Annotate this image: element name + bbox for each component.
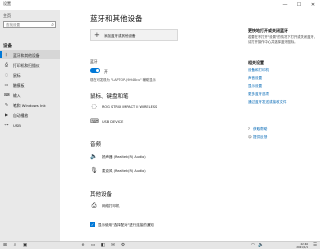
quick-toggle-heading: 更快地打开或关闭蓝牙: [248, 28, 288, 33]
device-name: USB DEVICE: [102, 120, 124, 124]
touchpad-icon: ▭: [4, 82, 9, 87]
device-name: 麦克风 (Realtek(R) Audio): [102, 169, 146, 173]
sidebar-item-typing[interactable]: ⌨ 输入: [0, 90, 60, 99]
taskview-icon[interactable]: ▣: [22, 243, 28, 249]
device-name: ROG STRIX IMPACT II WIRELESS: [102, 105, 158, 109]
sidebar-item-pen[interactable]: ✎ 笔和 Windows Ink: [0, 100, 60, 109]
sidebar-item-touchpad[interactable]: ▭ 触摸板: [0, 80, 60, 89]
sound-settings-link[interactable]: 声音设置: [248, 76, 262, 81]
other-devices-section-title: 其他设备: [90, 192, 113, 198]
maximize-button[interactable]: ☐: [292, 0, 306, 10]
sidebar-item-label: 自动播放: [13, 112, 29, 118]
volume-icon[interactable]: 🔈: [258, 243, 264, 249]
feedback-label: 提供反馈: [253, 135, 268, 139]
devices-printers-link[interactable]: 设备和打印机: [248, 68, 269, 73]
device-item[interactable]: 🔈 扬声器 (Realtek(R) Audio): [90, 152, 200, 162]
search-input[interactable]: 查找设置 ⌕: [3, 21, 56, 28]
notifications-icon[interactable]: ☰: [312, 243, 318, 249]
sidebar: 主页 查找设置 ⌕ 设备 ᛒ 蓝牙和其他设备 ⎙ 打印机和扫描仪 ◌ 鼠标 ▭ …: [0, 10, 60, 241]
title-bar: 设置 — ☐ ✕: [0, 0, 320, 10]
sidebar-item-usb[interactable]: ⊶ USB: [0, 120, 60, 129]
search-icon: ⌕: [51, 22, 54, 28]
search-icon[interactable]: ⌕: [12, 243, 18, 249]
feedback-link[interactable]: ☺提供反馈: [248, 135, 267, 140]
bluetooth-state: 开: [104, 68, 108, 74]
send-receive-files-link[interactable]: 通过蓝牙发送或接收文件: [248, 100, 287, 105]
plus-icon: +: [94, 31, 100, 39]
sidebar-item-label: 打印机和扫描仪: [13, 62, 40, 68]
start-icon[interactable]: ⊞: [2, 243, 8, 249]
add-device-button[interactable]: + 添加蓝牙或其他设备: [90, 29, 178, 41]
device-item[interactable]: ⌨ USB DEVICE: [90, 117, 200, 127]
settings-window: 设置 — ☐ ✕ 主页 查找设置 ⌕ 设备 ᛒ 蓝牙和其他设备 ⎙ 打印机和扫描…: [0, 0, 320, 241]
mouse-keyboard-section-title: 鼠标、键盘和笔: [90, 94, 129, 100]
settings-app-icon[interactable]: ⚙: [120, 243, 126, 249]
keyboard-icon: ⌨: [4, 92, 10, 97]
store-icon[interactable]: ◧: [100, 243, 106, 249]
audio-section-title: 音频: [90, 142, 102, 148]
device-item[interactable]: ◌ ROG STRIX IMPACT II WIRELESS: [90, 102, 200, 112]
swift-pair-label: 显示使用"选择配对"进行连接的通知: [98, 222, 154, 227]
speaker-icon: 🔈: [90, 153, 98, 160]
search-placeholder: 查找设置: [6, 23, 20, 27]
sidebar-section-title: 设备: [3, 44, 12, 49]
explorer-icon[interactable]: ▭: [90, 243, 96, 249]
get-help-link[interactable]: ? 获取帮助: [248, 127, 267, 132]
mail-icon[interactable]: ✉: [110, 243, 116, 249]
edge-icon[interactable]: e: [80, 243, 86, 249]
sidebar-item-mouse[interactable]: ◌ 鼠标: [0, 70, 60, 79]
usb-icon: ⊶: [4, 122, 9, 127]
main-content: 蓝牙和其他设备 + 添加蓝牙或其他设备 蓝牙 开 现在可发现为 "LAPTOP-…: [60, 10, 320, 241]
printer-icon: ⎙: [91, 202, 97, 209]
microphone-icon: 🎙: [90, 167, 98, 174]
sidebar-item-label: 输入: [13, 92, 21, 98]
printer-icon: ⎙: [4, 62, 9, 67]
sidebar-item-label: 笔和 Windows Ink: [13, 102, 46, 108]
sidebar-item-label: USB: [13, 122, 21, 128]
bluetooth-label: 蓝牙: [90, 59, 98, 64]
device-item[interactable]: 🎙 麦克风 (Realtek(R) Audio): [90, 166, 200, 176]
device-item[interactable]: ⎙ 网络打印机: [90, 201, 200, 211]
autoplay-icon: ▶: [4, 112, 9, 117]
display-settings-link[interactable]: 显示设置: [248, 84, 262, 89]
sidebar-item-label: 触摸板: [13, 82, 25, 88]
get-help-label: 获取帮助: [253, 127, 268, 131]
page-title: 蓝牙和其他设备: [90, 14, 143, 23]
taskbar: ⊞ ⌕ ▣ e ▭ ◧ ✉ ⚙ ◠ 🔈 22:46 2021/1/1 ☰: [0, 241, 320, 249]
clock[interactable]: 22:46 2021/1/1: [296, 243, 308, 249]
sidebar-item-bluetooth[interactable]: ᛒ 蓝牙和其他设备: [0, 50, 60, 59]
mouse-icon: ◌: [91, 103, 97, 110]
sidebar-item-printers[interactable]: ⎙ 打印机和扫描仪: [0, 60, 60, 69]
device-name: 网络打印机: [102, 204, 120, 208]
quick-toggle-text: 若要在不打开"设置"的情况下打开或关闭蓝牙，请打开操作中心并选择蓝牙图标。: [248, 35, 317, 44]
window-title: 设置: [3, 1, 11, 6]
related-settings-heading: 相关设置: [248, 60, 264, 65]
home-link[interactable]: 主页: [3, 13, 11, 19]
discoverable-text: 现在可发现为 "LAPTOP-J9H48cu" 辅助显示: [90, 78, 156, 82]
mouse-icon: ◌: [4, 72, 9, 77]
toggle-knob: [96, 69, 99, 72]
add-device-label: 添加蓝牙或其他设备: [104, 34, 136, 38]
device-name: 扬声器 (Realtek(R) Audio): [102, 155, 146, 159]
more-bluetooth-options-link[interactable]: 更多蓝牙选项: [248, 92, 269, 97]
bluetooth-icon: ᛒ: [5, 52, 8, 57]
sidebar-item-label: 蓝牙和其他设备: [13, 52, 40, 58]
keyboard-icon: ⌨: [90, 118, 99, 125]
close-button[interactable]: ✕: [306, 0, 320, 10]
pen-icon: ✎: [4, 102, 9, 107]
minimize-button[interactable]: —: [278, 0, 292, 10]
bluetooth-toggle[interactable]: [90, 68, 100, 73]
clock-date: 2021/1/1: [296, 245, 308, 249]
network-icon[interactable]: ◠: [250, 243, 256, 249]
sidebar-item-label: 鼠标: [13, 72, 21, 78]
swift-pair-checkbox[interactable]: ✓: [90, 222, 95, 227]
sidebar-item-autoplay[interactable]: ▶ 自动播放: [0, 110, 60, 119]
